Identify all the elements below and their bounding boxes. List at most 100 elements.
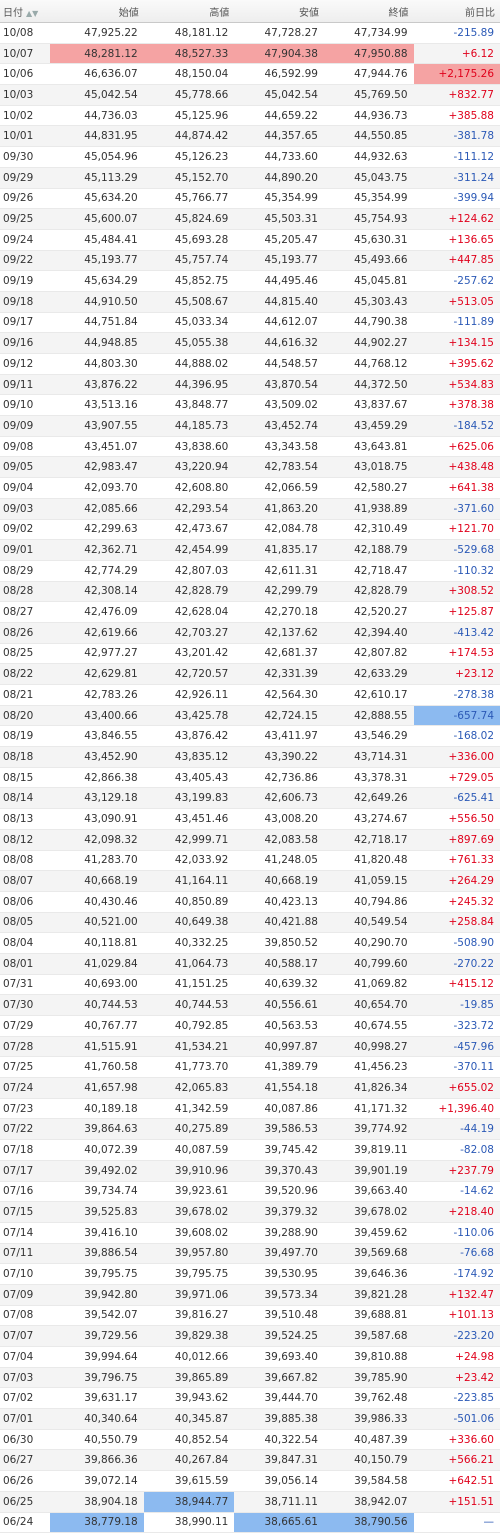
open-cell: 39,492.02: [50, 1160, 144, 1182]
date-cell: 06/25: [0, 1491, 50, 1513]
high-cell: 39,678.02: [143, 1201, 235, 1223]
close-cell: 39,646.36: [323, 1263, 414, 1285]
high-cell: 45,055.38: [143, 332, 235, 354]
close-cell: 42,633.29: [323, 663, 414, 685]
change-cell: +438.48: [413, 456, 500, 479]
open-cell: 43,846.55: [50, 725, 144, 748]
low-cell: 38,665.61: [234, 1512, 324, 1533]
close-cell: 39,986.33: [323, 1408, 414, 1430]
change-cell: -529.68: [413, 539, 500, 561]
date-cell: 09/29: [0, 167, 50, 189]
table-row: 08/18 43,452.90 43,835.12 43,390.22 43,714.3…: [0, 746, 500, 768]
close-cell: 40,150.79: [323, 1449, 414, 1472]
close-cell: 43,018.75: [323, 456, 414, 479]
sort-icon[interactable]: ▲▼: [26, 9, 38, 18]
open-cell: 45,600.07: [50, 208, 144, 230]
high-cell: 39,615.59: [143, 1470, 235, 1492]
low-cell: 39,520.96: [234, 1181, 324, 1203]
open-column-header[interactable]: 始値: [50, 0, 144, 23]
table-row: 07/01 40,340.64 40,345.87 39,885.38 39,986.3…: [0, 1408, 500, 1430]
date-cell: 09/25: [0, 208, 50, 230]
table-row: 08/21 42,783.26 42,926.11 42,564.30 42,610.1…: [0, 684, 500, 706]
open-cell: 40,668.19: [50, 870, 144, 892]
open-cell: 39,729.56: [50, 1325, 144, 1347]
date-cell: 08/27: [0, 601, 50, 623]
open-cell: 42,983.47: [50, 456, 144, 479]
high-cell: 39,608.02: [143, 1222, 235, 1244]
close-cell: 44,550.85: [323, 125, 414, 148]
open-cell: 42,476.09: [50, 601, 144, 623]
table-row: 08/14 43,129.18 43,199.83 42,606.73 42,649.2…: [0, 787, 500, 810]
date-cell: 09/16: [0, 332, 50, 354]
high-cell: 45,508.67: [143, 291, 235, 313]
close-cell: 41,826.34: [323, 1077, 414, 1099]
open-cell: 42,619.66: [50, 622, 144, 644]
date-cell: 09/22: [0, 250, 50, 272]
low-cell: 40,588.17: [234, 953, 324, 975]
close-cell: 41,820.48: [323, 850, 414, 872]
change-cell: +6.12: [413, 43, 500, 65]
table-row: 07/30 40,744.53 40,744.53 40,556.61 40,654.7…: [0, 994, 500, 1016]
close-cell: 41,171.32: [323, 1098, 414, 1120]
change-cell: +513.05: [413, 291, 500, 313]
date-cell: 07/25: [0, 1056, 50, 1079]
date-cell: 07/14: [0, 1222, 50, 1244]
low-cell: 42,270.18: [234, 601, 324, 623]
table-row: 09/10 43,513.16 43,848.77 43,509.02 43,837.6…: [0, 394, 500, 417]
table-row: 09/19 45,634.29 45,852.75 44,495.46 45,045.8…: [0, 270, 500, 292]
high-cell: 39,865.89: [143, 1367, 235, 1389]
open-cell: 45,113.29: [50, 167, 144, 189]
low-cell: 44,659.22: [234, 105, 324, 127]
date-cell: 08/22: [0, 663, 50, 685]
change-cell: +625.06: [413, 436, 500, 458]
close-cell: 42,394.40: [323, 622, 414, 644]
open-cell: 39,866.36: [50, 1449, 144, 1472]
open-cell: 42,093.70: [50, 477, 144, 499]
open-cell: 41,657.98: [50, 1077, 144, 1099]
date-cell: 07/17: [0, 1160, 50, 1182]
table-row: 07/15 39,525.83 39,678.02 39,379.32 39,678.0…: [0, 1201, 500, 1223]
high-cell: 44,874.42: [143, 125, 235, 148]
high-cell: 43,838.60: [143, 436, 235, 458]
high-cell: 40,087.59: [143, 1139, 235, 1161]
table-row: 08/12 42,098.32 42,999.71 42,083.58 42,718.1…: [0, 829, 500, 851]
close-column-header[interactable]: 終値: [323, 0, 414, 23]
date-cell: 07/29: [0, 1015, 50, 1037]
table-row: 07/02 39,631.17 39,943.62 39,444.70 39,762.4…: [0, 1387, 500, 1410]
close-cell: 40,487.39: [323, 1429, 414, 1451]
low-column-header[interactable]: 安値: [234, 0, 324, 23]
table-row: 09/24 45,484.41 45,693.28 45,205.47 45,630.3…: [0, 229, 500, 251]
table-header: 日付 ▲▼ 始値 高値 安値 終値 前日比: [0, 0, 500, 23]
open-cell: 40,189.18: [50, 1098, 144, 1120]
high-cell: 41,064.73: [143, 953, 235, 975]
change-cell: -501.06: [413, 1408, 500, 1430]
low-cell: 41,863.20: [234, 498, 324, 520]
high-cell: 45,852.75: [143, 270, 235, 292]
date-cell: 07/04: [0, 1346, 50, 1368]
low-cell: 41,389.79: [234, 1056, 324, 1079]
change-cell: +125.87: [413, 601, 500, 623]
table-row: 09/04 42,093.70 42,608.80 42,066.59 42,580.2…: [0, 477, 500, 499]
date-column-header[interactable]: 日付 ▲▼: [0, 0, 50, 23]
header-row: 日付 ▲▼ 始値 高値 安値 終値 前日比: [0, 0, 500, 23]
high-cell: 39,816.27: [143, 1305, 235, 1327]
high-column-header[interactable]: 高値: [143, 0, 235, 23]
date-cell: 09/04: [0, 477, 50, 499]
open-cell: 44,910.50: [50, 291, 144, 313]
date-cell: 08/08: [0, 850, 50, 872]
date-cell: 08/20: [0, 705, 50, 727]
close-cell: 42,807.82: [323, 643, 414, 665]
change-cell: -223.85: [413, 1387, 500, 1410]
high-cell: 38,944.77: [143, 1491, 235, 1513]
low-cell: 39,497.70: [234, 1243, 324, 1265]
change-column-header[interactable]: 前日比: [413, 0, 500, 23]
date-cell: 09/24: [0, 229, 50, 251]
table-row: 07/31 40,693.00 41,151.25 40,639.32 41,069.8…: [0, 974, 500, 996]
close-cell: 45,303.43: [323, 291, 414, 313]
change-cell: -270.22: [413, 953, 500, 975]
change-cell: +566.21: [413, 1449, 500, 1472]
high-cell: 42,703.27: [143, 622, 235, 644]
high-cell: 38,990.11: [143, 1512, 235, 1533]
date-cell: 07/23: [0, 1098, 50, 1120]
high-cell: 43,425.78: [143, 705, 235, 727]
